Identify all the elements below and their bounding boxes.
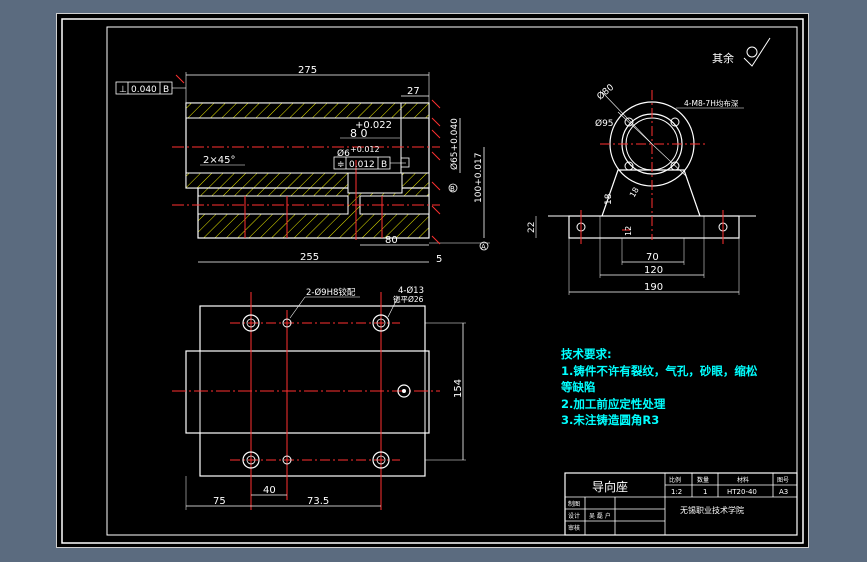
svg-text:≑: ≑ xyxy=(337,160,345,170)
svg-text:0.012: 0.012 xyxy=(349,160,375,170)
front-section-view: 275 27 +0.022 8 0 Ø6 +0.012 2×45° 255 80… xyxy=(115,65,490,265)
hdr-qty: 数量 xyxy=(697,476,709,484)
dim-d80: Ø80 xyxy=(595,82,616,103)
svg-text:B: B xyxy=(381,160,387,170)
school-name: 无锡职业技术学院 xyxy=(680,505,744,515)
fcf-perpendicular: ⊥ 0.040 B xyxy=(115,81,186,95)
val-scale: 1:2 xyxy=(671,488,682,496)
dim-bore: Ø65+0.040 xyxy=(449,118,460,170)
dim-120: 120 xyxy=(644,265,663,276)
roughness-symbol: 其余 xyxy=(712,37,771,67)
dim-70: 70 xyxy=(646,252,659,263)
dim-12: 12 xyxy=(624,226,633,236)
dim-27: 27 xyxy=(407,86,420,97)
chamfer-label: 2×45° xyxy=(203,155,235,166)
holes-m8: 4-M8-7H均布深 xyxy=(684,98,739,108)
row-checked: 审核 xyxy=(568,524,580,532)
svg-text:0.040: 0.040 xyxy=(131,85,157,95)
dim-40: 40 xyxy=(263,485,276,496)
part-name: 导向座 xyxy=(592,479,628,494)
dim-d95: Ø95 xyxy=(595,118,614,129)
outer-border xyxy=(61,18,804,544)
dim-18: 18 xyxy=(604,193,614,205)
dim-22: 22 xyxy=(527,222,537,233)
top-view: 2-Ø9H8铰配 4-Ø13 锪平Ø26 154 75 40 73.5 xyxy=(172,285,466,510)
dim-5: 5 xyxy=(436,254,442,265)
dim-80-bottom: 80 xyxy=(385,235,398,246)
val-drawing-no: A3 xyxy=(779,488,788,496)
datum-a-marker: A xyxy=(481,243,486,251)
svg-text:B: B xyxy=(163,85,169,95)
cad-drawing-canvas: 其余 275 27 +0.022 8 0 Ø6 +0.012 2×45° 255… xyxy=(61,18,804,544)
dim-75: 75 xyxy=(213,496,226,507)
dim-18b: 18 xyxy=(628,186,641,199)
title-block: 导向座 比例 数量 材料 图号 1:2 1 HT20-40 A3 制图 设计 审… xyxy=(564,472,798,536)
dim-190: 190 xyxy=(644,282,663,293)
note-1: 1.铸件不许有裂纹，气孔，砂眼，缩松 xyxy=(561,363,758,378)
row-drawn: 制图 xyxy=(568,500,580,508)
hdr-drawing-no: 图号 xyxy=(777,477,789,484)
row-designed: 设计 xyxy=(568,512,580,520)
pin-holes-label: 2-Ø9H8铰配 xyxy=(306,287,356,298)
technical-requirements: 技术要求: 1.铸件不许有裂纹，气孔，砂眼，缩松 等缺陷 2.加工前应定性处理 … xyxy=(561,346,757,429)
datum-b-marker: B xyxy=(450,185,455,193)
dim-80-inner: 8 0 xyxy=(350,127,368,140)
val-material: HT20-40 xyxy=(727,488,757,496)
notes-heading: 技术要求: xyxy=(561,347,612,361)
hdr-scale: 比例 xyxy=(669,476,681,484)
note-3: 3.未注铸造圆角R3 xyxy=(561,413,660,427)
svg-text:⊥: ⊥ xyxy=(119,85,127,95)
dim-100: 100+0.017 xyxy=(474,153,484,203)
side-view: Ø80 Ø95 4-M8-7H均布深 18 18 22 12 70 120 19… xyxy=(527,82,756,295)
val-qty: 1 xyxy=(703,488,707,496)
dim-255: 255 xyxy=(300,252,319,263)
spotface-label: 锪平Ø26 xyxy=(393,294,424,304)
note-1b: 等缺陷 xyxy=(561,380,596,394)
hdr-material: 材料 xyxy=(737,476,749,484)
note-2: 2.加工前应定性处理 xyxy=(561,396,666,411)
designer-name: 吴 磊 户 xyxy=(589,512,611,520)
dim-154: 154 xyxy=(453,379,464,398)
dim-275: 275 xyxy=(298,65,317,76)
dim-735: 73.5 xyxy=(307,496,329,507)
tol-d6: +0.012 xyxy=(350,145,380,154)
roughness-label: 其余 xyxy=(712,51,734,65)
